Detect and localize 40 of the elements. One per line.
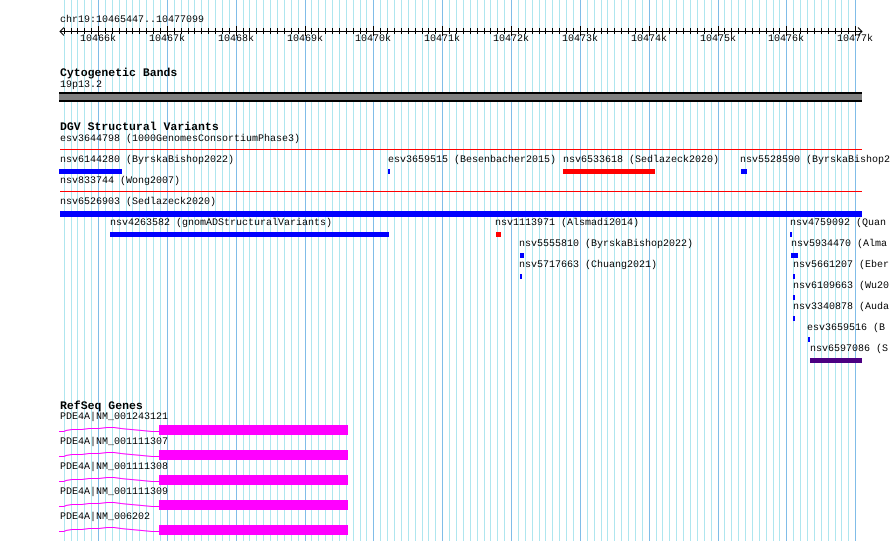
track-title: DGV Structural Variants — [60, 121, 219, 134]
transcript-label: PDE4A|NM_001111309 — [60, 487, 168, 499]
tick-label: 10468k — [218, 34, 254, 46]
location-label: chr19:10465447..10477099 — [60, 15, 204, 27]
variant-label: nsv1113971 (Alsmadi2014) — [495, 218, 640, 230]
tick-label: 10471k — [424, 34, 460, 46]
variant-label: esv3659515 (Besenbacher2015) — [388, 155, 556, 167]
tick-label: 10476k — [768, 34, 804, 46]
tick-label: 10470k — [355, 34, 391, 46]
variant-label: nsv6597086 (S — [810, 344, 888, 356]
variant-label: nsv6109663 (Wu20 — [793, 281, 890, 293]
variant-label: nsv3340878 (Auda — [793, 302, 890, 314]
variant-label: nsv5661207 (Eber — [793, 260, 890, 272]
transcript-label: PDE4A|NM_001243121 — [60, 412, 168, 424]
variant-label: nsv4759092 (Quan — [790, 218, 886, 230]
tick-label: 10472k — [493, 34, 529, 46]
tick-label: 10473k — [562, 34, 598, 46]
variant-label: nsv5528590 (ByrskaBishop2 — [740, 155, 890, 167]
tick-label: 10466k — [80, 34, 116, 46]
transcript-label: PDE4A|NM_001111308 — [60, 462, 168, 474]
transcript-label: PDE4A|NM_001111307 — [60, 437, 168, 449]
track-title: RefSeq Genes — [60, 400, 143, 413]
band-label: 19p13.2 — [60, 80, 102, 92]
tick-label: 10477k — [837, 34, 873, 46]
tick-label: 10467k — [149, 34, 185, 46]
transcript-label: PDE4A|NM_006202 — [60, 512, 150, 524]
variant-label: nsv5555810 (ByrskaBishop2022) — [519, 239, 694, 251]
variant-label: nsv833744 (Wong2007) — [60, 176, 180, 188]
variant-label: esv3644798 (1000GenomesConsortiumPhase3) — [60, 134, 300, 146]
track-title: Cytogenetic Bands — [60, 67, 178, 80]
variant-label: esv3659516 (B — [807, 323, 886, 335]
variant-label: nsv6144280 (ByrskaBishop2022) — [60, 155, 234, 167]
tick-label: 10474k — [631, 34, 667, 46]
variant-label: nsv5717663 (Chuang2021) — [519, 260, 658, 272]
variant-label: nsv5934470 (Alma — [791, 239, 888, 251]
variant-label: nsv6533618 (Sedlazeck2020) — [563, 155, 720, 167]
variant-label: nsv4263582 (gnomADStructuralVariants) — [110, 218, 332, 230]
tick-label: 10469k — [287, 34, 323, 46]
tick-label: 10475k — [700, 34, 736, 46]
variant-label: nsv6526903 (Sedlazeck2020) — [60, 197, 216, 209]
